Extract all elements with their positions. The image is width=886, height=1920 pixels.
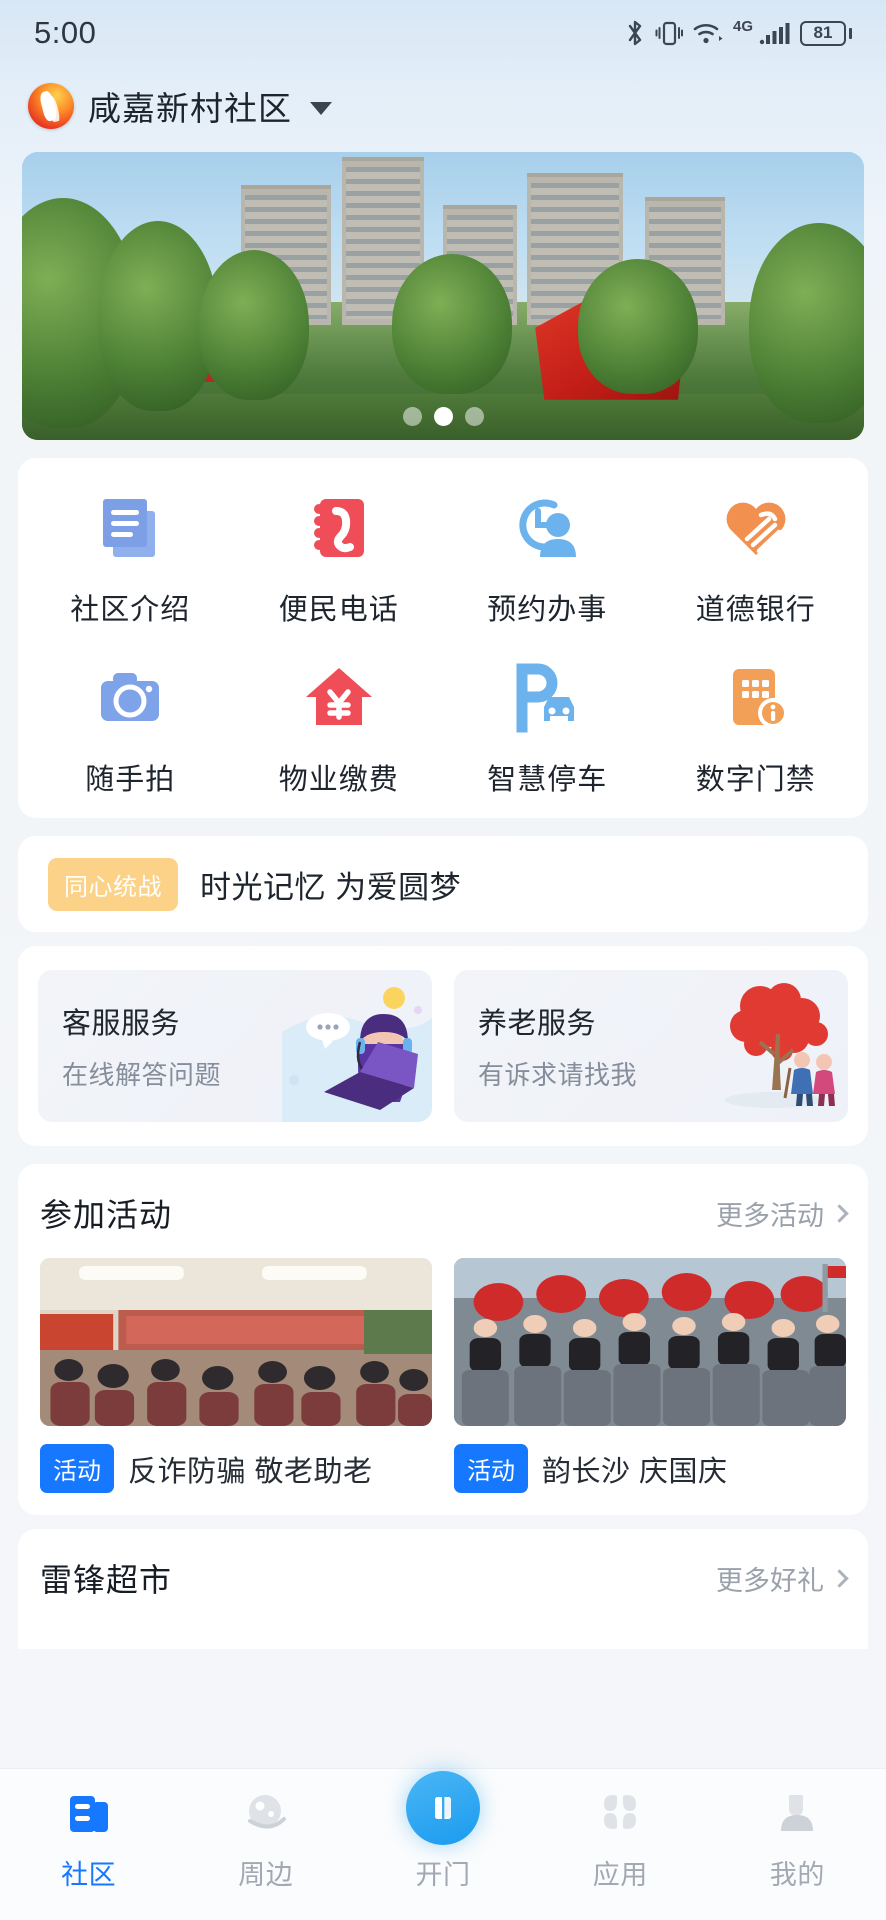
activity-caption: 活动 韵长沙 庆国庆	[454, 1444, 846, 1493]
status-bar: 5:00 4G 81	[0, 0, 886, 66]
status-time: 5:00	[34, 15, 97, 50]
nav-label: 社区	[61, 1860, 117, 1890]
banner-carousel[interactable]	[22, 152, 864, 440]
service-card-elderly-care[interactable]: 养老服务 有诉求请找我	[454, 970, 848, 1122]
activities-section: 参加活动 更多活动 活动 反诈防骗 敬老助老 活动 韵长沙 庆国庆	[18, 1164, 868, 1515]
activity-card[interactable]: 活动 韵长沙 庆国庆	[454, 1258, 846, 1493]
phone-book-icon	[295, 484, 383, 572]
status-icon-group: 4G 81	[624, 18, 852, 48]
carousel-tree	[392, 253, 513, 394]
bottom-nav-bar: 社区 周边 开门 应用 我的	[0, 1768, 886, 1920]
activity-image	[454, 1258, 846, 1426]
quick-action-label: 便民电话	[278, 594, 399, 626]
nav-label: 周边	[238, 1860, 294, 1890]
activities-list: 活动 反诈防骗 敬老助老 活动 韵长沙 庆国庆	[40, 1258, 846, 1493]
signal-icon	[759, 18, 791, 48]
quick-action-community-intro[interactable]: 社区介绍	[26, 484, 235, 628]
carousel-dot[interactable]	[464, 407, 484, 426]
elderly-care-illustration	[725, 983, 835, 1108]
customer-service-illustration	[282, 987, 432, 1122]
building-info-icon	[712, 654, 800, 742]
network-type-label: 4G	[732, 18, 753, 35]
carousel-dots	[22, 407, 864, 426]
wifi-icon	[692, 18, 724, 48]
market-more-link[interactable]: 更多好礼	[716, 1559, 849, 1598]
community-logo	[28, 83, 74, 129]
quick-action-property-fee[interactable]: 物业缴费	[235, 654, 444, 798]
carousel-tree	[577, 258, 698, 394]
quick-action-phone-directory[interactable]: 便民电话	[235, 484, 444, 628]
quick-action-label: 智慧停车	[487, 764, 608, 796]
open-door-button[interactable]	[406, 1771, 480, 1845]
battery-icon: 81	[800, 20, 852, 46]
quick-action-snapshot[interactable]: 随手拍	[26, 654, 235, 798]
activity-name: 韵长沙 庆国庆	[542, 1455, 728, 1488]
apps-grid-icon	[594, 1785, 646, 1841]
quick-actions-panel: 社区介绍 便民电话 预约办事 道德银行 随手拍 物业缴费 智慧停车 数字门禁	[18, 458, 868, 818]
activities-title: 参加活动	[40, 1197, 173, 1233]
chevron-right-icon	[830, 1568, 849, 1588]
nearby-planet-icon	[240, 1785, 292, 1841]
nav-item-nearby[interactable]: 周边	[177, 1785, 354, 1892]
nav-item-community[interactable]: 社区	[0, 1785, 177, 1892]
chevron-right-icon	[830, 1203, 849, 1223]
quick-action-label: 物业缴费	[278, 764, 399, 796]
nav-item-open-door[interactable]: 开门	[354, 1771, 531, 1892]
document-stack-icon	[86, 484, 174, 572]
quick-action-label: 随手拍	[85, 764, 176, 796]
battery-level: 81	[800, 20, 846, 46]
camera-icon	[86, 654, 174, 742]
service-cards-panel: 客服服务 在线解答问题 养老服务 有诉求请找我	[18, 946, 868, 1146]
door-open-icon	[406, 1771, 480, 1845]
quick-action-digital-access[interactable]: 数字门禁	[652, 654, 861, 798]
promo-tag: 同心统战	[48, 857, 178, 911]
nav-label: 开门	[415, 1860, 471, 1890]
chevron-down-icon[interactable]	[310, 101, 332, 115]
quick-action-smart-parking[interactable]: 智慧停车	[443, 654, 652, 798]
market-title: 雷锋超市	[40, 1562, 173, 1598]
community-selector[interactable]: 咸嘉新村社区	[0, 66, 886, 146]
activity-badge: 活动	[454, 1444, 528, 1493]
quick-action-label: 预约办事	[487, 594, 608, 626]
quick-action-label: 社区介绍	[70, 594, 191, 626]
activity-badge: 活动	[40, 1444, 114, 1493]
activities-more-label: 更多活动	[716, 1200, 824, 1231]
activity-caption: 活动 反诈防骗 敬老助老	[40, 1444, 432, 1493]
quick-action-label: 数字门禁	[695, 764, 816, 796]
battery-tip	[848, 27, 852, 39]
activities-header: 参加活动 更多活动	[40, 1190, 849, 1236]
app-screen: 5:00 4G 81 咸嘉新村社区 社区介绍 便民电话 预约办事 道德银行 随手…	[0, 0, 886, 1920]
carousel-dot-active[interactable]	[433, 407, 453, 426]
activity-image	[40, 1258, 432, 1426]
quick-action-appointment[interactable]: 预约办事	[443, 484, 652, 628]
vibrate-icon	[655, 18, 683, 48]
person-icon	[771, 1785, 823, 1841]
house-yuan-icon	[295, 654, 383, 742]
banner-carousel-wrapper	[0, 146, 886, 440]
market-section: 雷锋超市 更多好礼	[18, 1529, 868, 1649]
nav-label: 应用	[592, 1860, 648, 1890]
heart-hand-icon	[712, 484, 800, 572]
promo-banner[interactable]: 同心统战 时光记忆 为爱圆梦	[18, 836, 868, 932]
carousel-dot[interactable]	[402, 407, 422, 426]
market-header: 雷锋超市 更多好礼	[40, 1555, 849, 1601]
community-icon	[63, 1785, 115, 1841]
market-more-label: 更多好礼	[716, 1565, 824, 1596]
clock-person-icon	[503, 484, 591, 572]
activities-more-link[interactable]: 更多活动	[716, 1194, 849, 1233]
nav-item-apps[interactable]: 应用	[532, 1785, 709, 1892]
community-name: 咸嘉新村社区	[88, 90, 292, 127]
bluetooth-icon	[624, 18, 646, 48]
activity-name: 反诈防骗 敬老助老	[128, 1455, 373, 1488]
quick-action-moral-bank[interactable]: 道德银行	[652, 484, 861, 628]
carousel-tree	[198, 249, 309, 400]
activity-card[interactable]: 活动 反诈防骗 敬老助老	[40, 1258, 432, 1493]
parking-car-icon	[503, 654, 591, 742]
nav-item-profile[interactable]: 我的	[709, 1785, 886, 1892]
nav-label: 我的	[769, 1860, 825, 1890]
quick-action-label: 道德银行	[695, 594, 816, 626]
quick-actions-grid: 社区介绍 便民电话 预约办事 道德银行 随手拍 物业缴费 智慧停车 数字门禁	[26, 484, 860, 798]
promo-text: 时光记忆 为爱圆梦	[200, 869, 462, 905]
service-card-customer-service[interactable]: 客服服务 在线解答问题	[38, 970, 432, 1122]
